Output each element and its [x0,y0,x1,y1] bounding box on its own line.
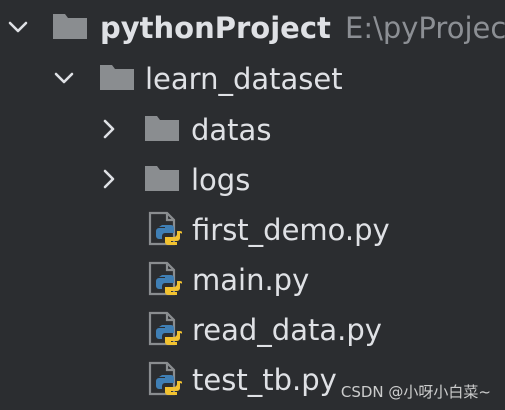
file-label: first_demo.py [192,213,390,247]
folder-label-datas: datas [191,113,272,147]
python-file-icon [148,211,182,246]
file-label: read_data.py [192,313,382,347]
tree-row-logs[interactable]: logs [0,157,505,207]
python-file-icon [148,311,182,346]
folder-label-learn-dataset: learn_dataset [145,62,343,96]
python-file-icon [148,361,182,396]
tree-row-file[interactable]: main.py [0,257,505,307]
folder-icon [53,14,87,39]
python-file-icon [148,261,182,296]
project-name: pythonProject [100,11,331,45]
folder-icon [100,65,134,90]
watermark: CSDN @小呀小白菜~ [340,383,491,401]
file-label: main.py [192,263,310,297]
tree-row-datas[interactable]: datas [0,107,505,157]
project-tree: pythonProject E:\pyProjec learn_dataset … [0,0,505,410]
file-label: test_tb.py [192,363,337,397]
project-path: E:\pyProjec [345,11,505,45]
tree-row-project-root[interactable]: pythonProject E:\pyProjec [0,6,505,56]
tree-row-file[interactable]: first_demo.py [0,207,505,257]
chevron-right-icon[interactable] [97,167,121,191]
chevron-right-icon[interactable] [97,117,121,141]
folder-label-logs: logs [191,163,251,197]
folder-icon [145,166,179,191]
chevron-down-icon[interactable] [6,15,30,39]
tree-row-learn-dataset[interactable]: learn_dataset [0,57,505,107]
tree-row-file[interactable]: read_data.py [0,307,505,357]
chevron-down-icon[interactable] [52,66,76,90]
folder-icon [145,116,179,141]
